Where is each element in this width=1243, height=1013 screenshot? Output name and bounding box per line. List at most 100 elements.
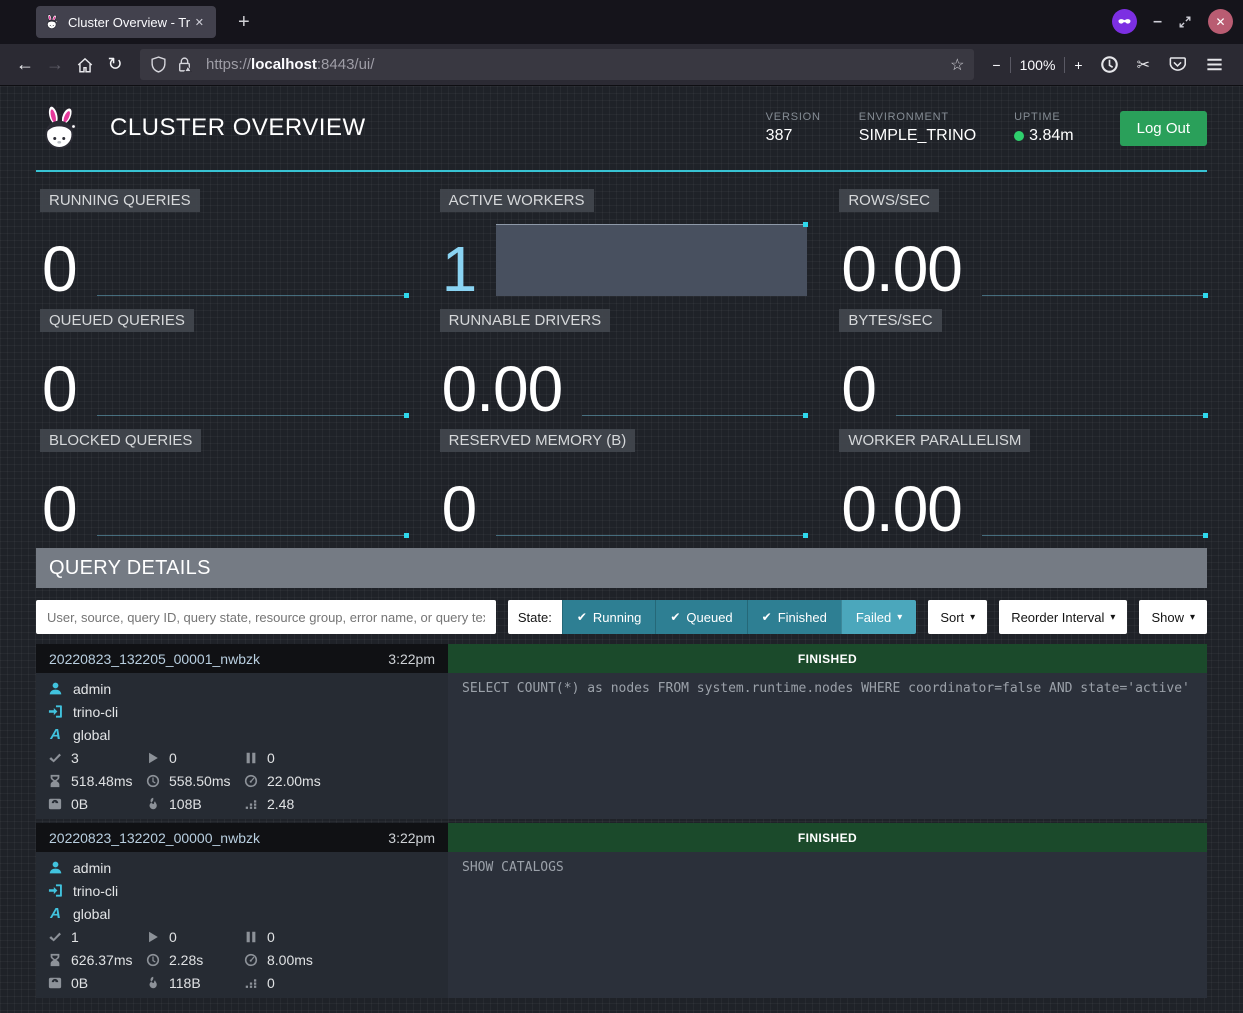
- query-row: 20220823_132202_00000_nwbzk 3:22pm FINIS…: [36, 823, 1207, 998]
- zoom-controls: − 100% +: [992, 57, 1082, 73]
- query-resource-group: global: [73, 906, 110, 922]
- environment-label: ENVIRONMENT: [859, 111, 976, 123]
- pocket-icon[interactable]: [1168, 55, 1187, 74]
- url-path: :8443/ui/: [317, 56, 375, 73]
- elapsed-time-clock-icon: [146, 774, 160, 788]
- filter-queued-button[interactable]: ✔Queued: [655, 600, 746, 634]
- resource-group-icon: A: [48, 726, 63, 743]
- query-id-link[interactable]: 20220823_132205_00001_nwbzk: [49, 651, 260, 667]
- filter-failed-dropdown[interactable]: Failed▾: [841, 600, 916, 634]
- url-scheme: https://: [206, 56, 251, 73]
- stat-label: ACTIVE WORKERS: [440, 189, 594, 212]
- window-minimize-button[interactable]: –: [1153, 13, 1162, 31]
- url-bar[interactable]: https://localhost:8443/ui/ ☆: [140, 49, 974, 80]
- query-info: admin trino-cli Aglobal 3 0 0 518.48ms 5…: [36, 673, 448, 819]
- sparkline: [97, 464, 408, 536]
- query-stats: 1 0 0 626.37ms 2.28s 8.00ms 0B 118B 0: [48, 925, 436, 994]
- reload-button[interactable]: ↻: [100, 54, 130, 75]
- mask-icon: [1116, 13, 1133, 30]
- stat-label: BLOCKED QUERIES: [40, 429, 201, 452]
- sparkline: [982, 224, 1207, 296]
- user-icon: [48, 681, 63, 696]
- current-memory-scale-icon: [48, 976, 62, 990]
- source-signin-icon: [48, 883, 63, 898]
- bookmark-star-icon[interactable]: ☆: [950, 55, 964, 75]
- trino-favicon: [44, 14, 60, 30]
- sparkline-dot: [1203, 413, 1208, 418]
- queued-splits-pause-icon: [244, 751, 258, 765]
- browser-tab[interactable]: Cluster Overview - Trino ✕: [36, 6, 216, 38]
- parallelism-chart-icon: [244, 797, 258, 811]
- caret-down-icon: ▾: [897, 612, 902, 623]
- version-label: VERSION: [766, 111, 821, 123]
- query-user: admin: [73, 681, 111, 697]
- check-icon: ✔: [670, 610, 680, 624]
- forward-button[interactable]: →: [40, 54, 70, 75]
- sparkline-dot: [404, 293, 409, 298]
- zoom-in-button[interactable]: +: [1074, 57, 1082, 73]
- home-icon[interactable]: [76, 56, 94, 74]
- query-time: 3:22pm: [388, 830, 435, 846]
- stat-label: RUNNING QUERIES: [40, 189, 200, 212]
- uptime-value-row: 3.84m: [1014, 127, 1073, 145]
- show-dropdown[interactable]: Show▾: [1139, 600, 1207, 634]
- stat-value: 0: [442, 482, 477, 536]
- tab-close-icon[interactable]: ✕: [191, 14, 208, 31]
- stat-panel-worker-parallelism: WORKER PARALLELISM 0.00: [835, 425, 1207, 540]
- stat-label: RUNNABLE DRIVERS: [440, 309, 611, 332]
- new-tab-button[interactable]: +: [230, 11, 258, 34]
- completed-splits-check-icon: [48, 751, 62, 765]
- trino-bunny-logo: [36, 103, 84, 153]
- screenshot-scissors-icon[interactable]: ✂: [1137, 55, 1150, 75]
- sort-dropdown[interactable]: Sort▾: [928, 600, 987, 634]
- lock-warning-icon[interactable]: [176, 56, 193, 73]
- logout-button[interactable]: Log Out: [1120, 111, 1207, 146]
- stat-panel-active-workers: ACTIVE WORKERS 1: [436, 185, 808, 300]
- sparkline-dot: [803, 222, 808, 227]
- tracking-shield-icon[interactable]: [150, 56, 167, 73]
- divider: [1010, 57, 1011, 73]
- history-clock-icon[interactable]: [1100, 55, 1119, 74]
- sparkline-dot: [803, 533, 808, 538]
- stat-label: BYTES/SEC: [839, 309, 941, 332]
- zoom-out-button[interactable]: −: [992, 57, 1000, 73]
- trino-cluster-overview-page: CLUSTER OVERVIEW VERSION 387 ENVIRONMENT…: [0, 86, 1243, 1013]
- query-stats: 3 0 0 518.48ms 558.50ms 22.00ms 0B 108B …: [48, 746, 436, 815]
- state-filter-label: State:: [508, 600, 562, 634]
- browser-toolbar: ← → ↻ https://localhost:8443/ui/ ☆ − 100…: [0, 44, 1243, 86]
- url-host: localhost: [251, 56, 317, 73]
- menu-hamburger-icon[interactable]: [1205, 55, 1224, 74]
- version-block: VERSION 387: [766, 111, 821, 145]
- back-button[interactable]: ←: [10, 54, 40, 75]
- stat-label: RESERVED MEMORY (B): [440, 429, 636, 452]
- stats-grid: RUNNING QUERIES 0 ACTIVE WORKERS 1 ROWS/…: [36, 185, 1207, 540]
- caret-down-icon: ▾: [970, 612, 975, 623]
- uptime-value: 3.84m: [1029, 127, 1073, 145]
- query-sql-text: SHOW CATALOGS: [448, 852, 1207, 998]
- cumulative-memory-fire-icon: [146, 976, 160, 990]
- query-search-input[interactable]: [36, 600, 496, 634]
- cumulative-memory-fire-icon: [146, 797, 160, 811]
- stat-panel-running-queries: RUNNING QUERIES 0: [36, 185, 408, 300]
- query-source: trino-cli: [73, 883, 118, 899]
- filter-finished-button[interactable]: ✔Finished: [747, 600, 841, 634]
- window-close-button[interactable]: ✕: [1208, 9, 1233, 34]
- query-id-link[interactable]: 20220823_132202_00000_nwbzk: [49, 830, 260, 846]
- browser-tab-strip: Cluster Overview - Trino ✕ + – ✕: [0, 0, 1243, 44]
- zoom-level[interactable]: 100%: [1020, 57, 1056, 73]
- stat-panel-blocked-queries: BLOCKED QUERIES 0: [36, 425, 408, 540]
- caret-down-icon: ▾: [1110, 612, 1115, 623]
- stat-panel-bytes-sec: BYTES/SEC 0: [835, 305, 1207, 420]
- stat-panel-reserved-memory: RESERVED MEMORY (B) 0: [436, 425, 808, 540]
- reorder-interval-dropdown[interactable]: Reorder Interval▾: [999, 600, 1127, 634]
- sparkline-dot: [1203, 533, 1208, 538]
- query-sql-text: SELECT COUNT(*) as nodes FROM system.run…: [448, 673, 1207, 819]
- private-browsing-indicator: [1112, 9, 1137, 34]
- window-restore-icon[interactable]: [1178, 15, 1192, 29]
- user-icon: [48, 860, 63, 875]
- query-resource-group: global: [73, 727, 110, 743]
- environment-block: ENVIRONMENT SIMPLE_TRINO: [859, 111, 976, 145]
- divider: [1064, 57, 1065, 73]
- queued-splits-pause-icon: [244, 930, 258, 944]
- filter-running-button[interactable]: ✔Running: [562, 600, 656, 634]
